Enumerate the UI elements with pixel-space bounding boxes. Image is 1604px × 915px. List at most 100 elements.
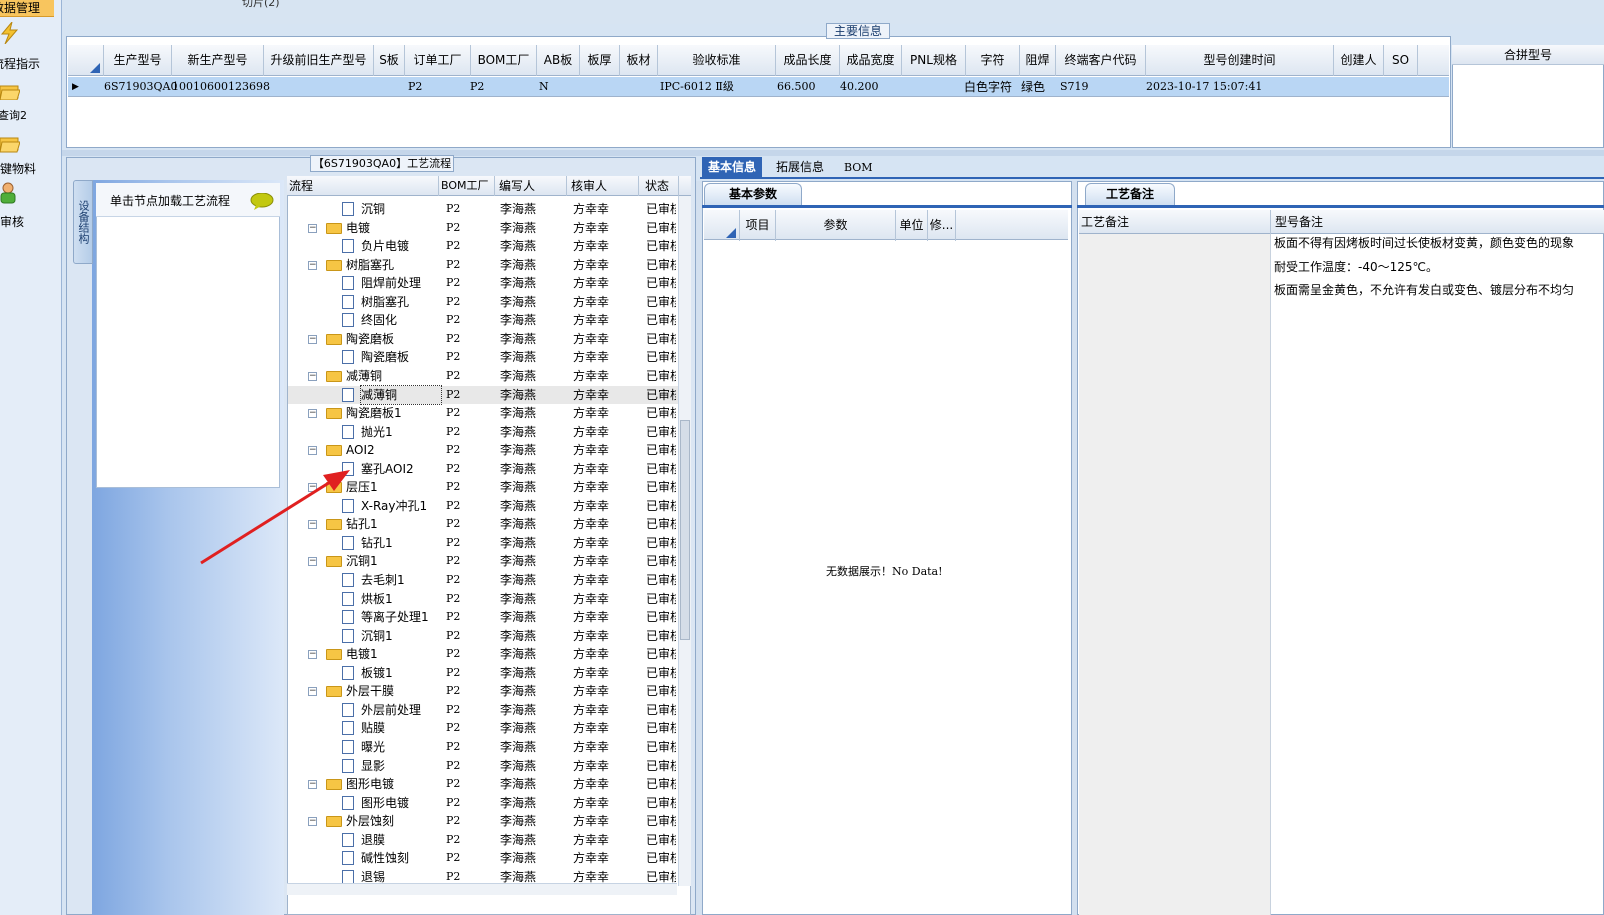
model-note-line[interactable]: 耐受工作温度：-40～125℃。 [1274, 258, 1438, 275]
tab-extended-info[interactable]: 拓展信息 [770, 157, 830, 179]
tree-row[interactable]: 减薄铜 P2 李海燕 方幸幸 已审核 [288, 384, 678, 405]
nav-header[interactable]: 数据管理 [0, 0, 54, 17]
tree-scroll-thumb[interactable] [680, 420, 690, 640]
tree-row[interactable]: − 陶瓷磨板1 P2 李海燕 方幸幸 已审核 [288, 404, 678, 423]
nav-item-query[interactable]: 查询2 [0, 78, 62, 128]
col-header[interactable]: 板厚 [580, 45, 620, 76]
tree-row[interactable]: − 图形电镀 P2 李海燕 方幸幸 已审核 [288, 775, 678, 794]
row-selector-header[interactable] [704, 210, 740, 241]
col-unit[interactable]: 单位 [896, 210, 928, 241]
col-header[interactable]: 成品长度 [776, 45, 840, 76]
tree-row[interactable]: 显影 P2 李海燕 方幸幸 已审核 [288, 757, 678, 776]
tree-row[interactable]: 图形电镀 P2 李海燕 方幸幸 已审核 [288, 794, 678, 813]
tree-row[interactable]: − AOI2 P2 李海燕 方幸幸 已审核 [288, 441, 678, 460]
process-note-column[interactable] [1079, 234, 1271, 915]
main-grid-row[interactable]: ▶ 6S71903QA0 10010600123698 P2 P2 N IPC-… [68, 77, 1449, 97]
tree-row[interactable]: − 电镀 P2 李海燕 方幸幸 已审核 [288, 219, 678, 238]
col-modify[interactable]: 修... [928, 210, 956, 241]
collapse-toggle-icon[interactable]: − [308, 371, 317, 381]
collapse-toggle-icon[interactable]: − [308, 687, 317, 697]
col-header[interactable]: SO [1384, 45, 1418, 76]
basic-params-tab[interactable]: 基本参数 [704, 183, 802, 205]
cell-new-model[interactable]: 10010600123698 [172, 77, 270, 97]
col-header[interactable]: 订单工厂 [405, 45, 471, 76]
row-selector-header[interactable] [68, 45, 104, 76]
tree-row[interactable]: − 外层干膜 P2 李海燕 方幸幸 已审核 [288, 682, 678, 701]
col-header[interactable]: PNL规格 [902, 45, 966, 76]
tree-row[interactable]: 去毛刺1 P2 李海燕 方幸幸 已审核 [288, 571, 678, 590]
cell-char[interactable]: 白色字符 [964, 77, 1012, 97]
tree-row[interactable]: − 外层蚀刻 P2 李海燕 方幸幸 已审核 [288, 812, 678, 831]
col-header[interactable]: S板 [374, 45, 405, 76]
model-note-line[interactable]: 板面需呈金黄色，不允许有发白或变色、镀层分布不均匀 [1274, 281, 1574, 298]
col-param[interactable]: 参数 [776, 210, 896, 241]
cell-bom-factory[interactable]: P2 [470, 77, 484, 97]
tree-row[interactable]: 阻焊前处理 P2 李海燕 方幸幸 已审核 [288, 274, 678, 293]
nav-item-review[interactable]: 单审核 [0, 182, 62, 232]
tree-col-flow[interactable]: 流程 [287, 176, 439, 196]
tree-row[interactable]: 退膜 P2 李海燕 方幸幸 已审核 [288, 831, 678, 850]
col-header[interactable]: 创建人 [1334, 45, 1384, 76]
tree-row[interactable]: 外层前处理 P2 李海燕 方幸幸 已审核 [288, 701, 678, 720]
tree-col-status[interactable]: 状态 [639, 176, 679, 196]
col-header[interactable]: 生产型号 [104, 45, 172, 76]
col-header[interactable]: 升级前旧生产型号 [264, 45, 374, 76]
cell-standard[interactable]: IPC-6012 Ⅱ级 [660, 77, 734, 97]
tree-row[interactable]: 贴膜 P2 李海燕 方幸幸 已审核 [288, 719, 678, 738]
model-note-line[interactable]: 板面不得有因烤板时间过长使板材变黄，颜色变色的现象 [1274, 234, 1574, 251]
col-header[interactable]: BOM工厂 [471, 45, 537, 76]
tree-row[interactable]: 曝光 P2 李海燕 方幸幸 已审核 [288, 738, 678, 757]
col-header[interactable]: 阻焊 [1020, 45, 1056, 76]
tree-row[interactable]: − 减薄铜 P2 李海燕 方幸幸 已审核 [288, 367, 678, 386]
collapse-toggle-icon[interactable]: − [308, 334, 317, 344]
cell-length[interactable]: 66.500 [777, 77, 816, 97]
tree-row[interactable]: 抛光1 P2 李海燕 方幸幸 已审核 [288, 423, 678, 442]
collapse-toggle-icon[interactable]: − [308, 650, 317, 660]
col-header[interactable]: AB板 [537, 45, 580, 76]
tree-row[interactable]: − 电镀1 P2 李海燕 方幸幸 已审核 [288, 645, 678, 664]
col-header[interactable]: 终端客户代码 [1056, 45, 1146, 76]
splitter[interactable] [62, 150, 1604, 156]
cell-created[interactable]: 2023-10-17 15:07:41 [1146, 77, 1262, 97]
tree-row[interactable]: 烘板1 P2 李海燕 方幸幸 已审核 [288, 590, 678, 609]
collapse-toggle-icon[interactable]: − [308, 780, 317, 790]
tree-row[interactable]: 沉铜1 P2 李海燕 方幸幸 已审核 [288, 627, 678, 646]
tab-basic-info[interactable]: 基本信息 [702, 157, 763, 179]
cell-width[interactable]: 40.200 [840, 77, 879, 97]
tree-row[interactable]: 负片电镀 P2 李海燕 方幸幸 已审核 [288, 237, 678, 256]
collapse-toggle-icon[interactable]: − [308, 817, 317, 827]
tree-row[interactable]: 陶瓷磨板 P2 李海燕 方幸幸 已审核 [288, 348, 678, 367]
collapse-toggle-icon[interactable]: − [308, 260, 317, 270]
cell-prod-model[interactable]: 6S71903QA0 [104, 77, 178, 97]
col-model-note[interactable]: 型号备注 [1271, 210, 1604, 234]
tree-horizontal-scrollbar[interactable] [287, 883, 677, 895]
tree-col-reviewer[interactable]: 核审人 [567, 176, 639, 196]
merge-model-header[interactable]: 合拼型号 [1452, 45, 1604, 65]
tree-row[interactable]: 板镀1 P2 李海燕 方幸幸 已审核 [288, 664, 678, 683]
col-header[interactable]: 板材 [620, 45, 658, 76]
cell-solder[interactable]: 绿色 [1021, 77, 1045, 97]
cell-customer[interactable]: S719 [1060, 77, 1089, 97]
collapse-toggle-icon[interactable]: − [308, 223, 317, 233]
tree-row[interactable]: 等离子处理1 P2 李海燕 方幸幸 已审核 [288, 608, 678, 627]
col-header[interactable]: 字符 [966, 45, 1020, 76]
col-header[interactable]: 成品宽度 [840, 45, 902, 76]
process-notes-tab[interactable]: 工艺备注 [1085, 183, 1175, 205]
device-structure-tab[interactable]: 设备结构 [73, 180, 93, 264]
tab-bom[interactable]: BOM [838, 157, 879, 179]
cell-ab[interactable]: N [539, 77, 549, 97]
col-process-note[interactable]: 工艺备注 [1079, 210, 1271, 234]
tree-row[interactable]: − 树脂塞孔 P2 李海燕 方幸幸 已审核 [288, 256, 678, 275]
collapse-toggle-icon[interactable]: − [308, 409, 317, 419]
tree-row[interactable]: − 陶瓷磨板 P2 李海燕 方幸幸 已审核 [288, 330, 678, 349]
collapse-toggle-icon[interactable]: − [308, 446, 317, 456]
tree-col-writer[interactable]: 编写人 [495, 176, 567, 196]
cell-order-factory[interactable]: P2 [408, 77, 422, 97]
col-header[interactable]: 新生产型号 [172, 45, 264, 76]
tree-row[interactable]: 树脂塞孔 P2 李海燕 方幸幸 已审核 [288, 293, 678, 312]
nav-item-process[interactable]: 流程指示 [0, 22, 62, 72]
nav-item-materials[interactable]: 关键物料 [0, 132, 62, 182]
tree-row[interactable]: 沉铜 P2 李海燕 方幸幸 已审核 [288, 200, 678, 219]
col-item[interactable]: 项目 [740, 210, 776, 241]
tree-row[interactable]: 终固化 P2 李海燕 方幸幸 已审核 [288, 311, 678, 330]
